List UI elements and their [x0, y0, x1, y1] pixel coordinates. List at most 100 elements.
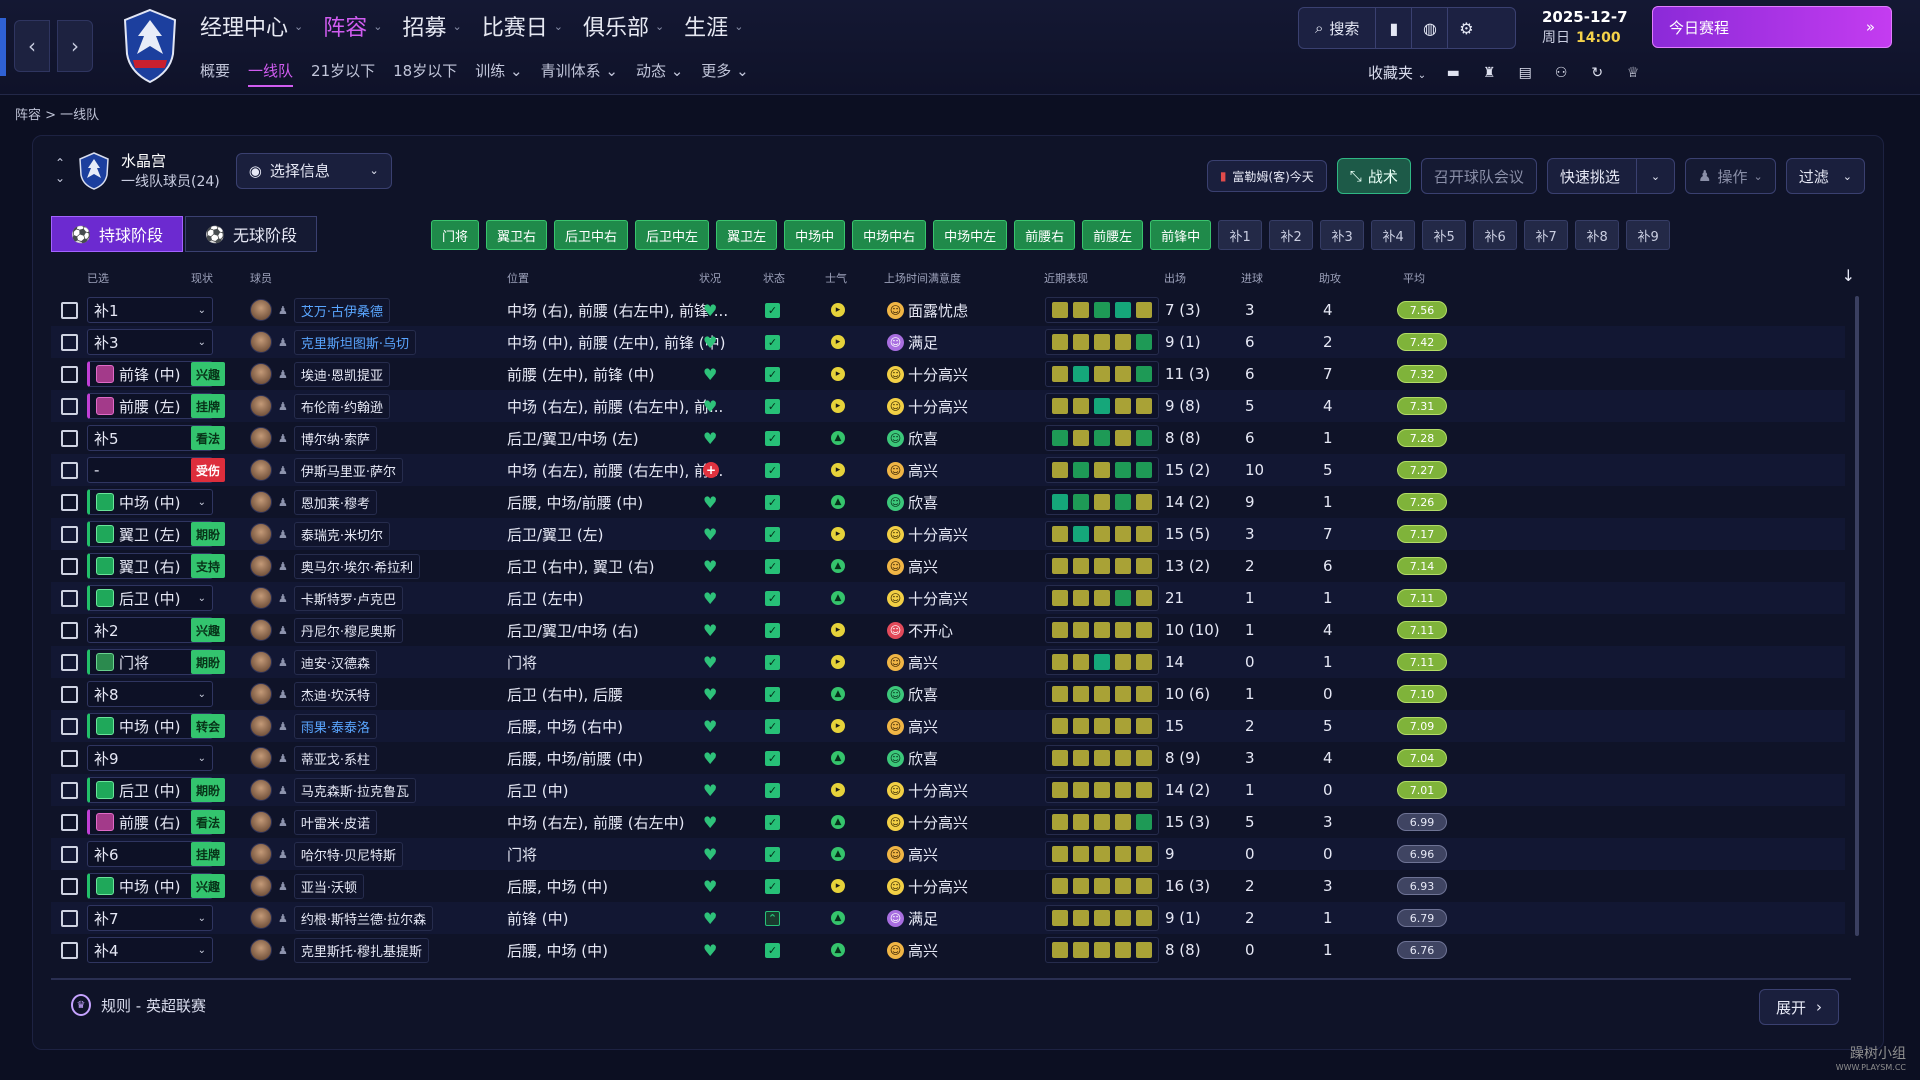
check-icon[interactable]: ✓ [765, 398, 780, 414]
form-strip[interactable] [1045, 841, 1159, 867]
rules-row[interactable]: ♛ 规则 - 英超联赛 [71, 994, 206, 1016]
table-row[interactable]: 中场 (中)⌄转会♟雨果·泰泰洛后腰, 中场 (右中)♥✓▸☺高兴15257.0… [51, 710, 1845, 742]
player-name-link[interactable]: 叶雷米·皮诺 [293, 809, 378, 835]
select-checkbox[interactable] [61, 717, 78, 735]
forward-button[interactable]: › [57, 20, 93, 72]
heart-icon[interactable]: ♥ [703, 909, 717, 928]
player-name-link[interactable]: 艾万·古伊桑德 [293, 297, 391, 323]
sub-chip[interactable]: 补1 [1218, 220, 1263, 250]
morale-icon[interactable]: ▲ [831, 495, 845, 509]
status-badge[interactable]: 期盼 [191, 778, 226, 802]
morale-icon[interactable]: ▲ [831, 943, 845, 957]
main-nav-item[interactable]: 比赛日 ⌄ [482, 10, 563, 42]
check-icon[interactable]: ✓ [765, 302, 780, 318]
morale-icon[interactable]: ▸ [831, 303, 845, 317]
check-icon[interactable]: ✓ [765, 718, 780, 734]
tab-out-of-possession[interactable]: ⚽ 无球阶段 [185, 216, 317, 252]
next-match-button[interactable]: ▮ 富勒姆(客)今天 [1206, 160, 1327, 192]
morale-icon[interactable]: ▸ [831, 783, 845, 797]
position-chip[interactable]: 门将 [431, 220, 480, 250]
select-checkbox[interactable] [61, 909, 78, 927]
player-name-link[interactable]: 马克森斯·拉克鲁瓦 [293, 777, 417, 803]
table-row[interactable]: 后卫 (中) ⌄ ♟ 卡斯特罗·卢克巴 后卫 (左中) ♥ ✓ ▲ ☺ 十分高兴 21 1 1 7.11 [51, 582, 1845, 614]
table-row[interactable]: 前锋 (中)⌄兴趣♟埃迪·恩凯提亚前腰 (左中), 前锋 (中)♥✓▸☺十分高兴… [51, 358, 1845, 390]
select-checkbox[interactable] [61, 365, 78, 383]
morale-icon[interactable]: ▲ [831, 751, 845, 765]
sub-nav-item[interactable]: 一线队 [248, 60, 294, 87]
team-meeting-button[interactable]: 召开球队会议 [1420, 158, 1537, 194]
morale-icon[interactable]: ▲ [831, 591, 845, 605]
select-checkbox[interactable] [61, 557, 78, 575]
check-icon[interactable]: ✓ [765, 430, 780, 446]
continue-button[interactable]: 今日赛程 » [1652, 6, 1892, 48]
morale-icon[interactable]: ▸ [831, 335, 845, 349]
morale-icon[interactable]: ▸ [831, 527, 845, 541]
position-chip[interactable]: 后卫中右 [554, 220, 629, 250]
check-icon[interactable]: ✓ [765, 622, 780, 638]
table-row[interactable]: 补6⌄挂牌♟哈尔特·贝尼特斯门将♥✓▲☺高兴9006.96 [51, 838, 1845, 870]
player-name-link[interactable]: 迪安·汉德森 [293, 649, 378, 675]
rest-icon[interactable]: ⌃ [765, 910, 780, 926]
heart-icon[interactable]: ♥ [703, 749, 717, 768]
heart-icon[interactable]: ♥ [703, 717, 717, 736]
clipboard-icon[interactable]: ▤ [1516, 64, 1534, 82]
select-checkbox[interactable] [61, 525, 78, 543]
expand-button[interactable]: 展开 › [1759, 989, 1839, 1025]
player-name-link[interactable]: 丹尼尔·穆尼奥斯 [293, 617, 404, 643]
sub-chip[interactable]: 补8 [1575, 220, 1620, 250]
status-badge[interactable]: 兴趣 [191, 874, 226, 898]
shirt-icon[interactable]: ♜ [1480, 64, 1498, 82]
check-icon[interactable]: ✓ [765, 878, 780, 894]
heart-icon[interactable]: ♥ [703, 781, 717, 800]
select-checkbox[interactable] [61, 621, 78, 639]
table-row[interactable]: 前腰 (右)⌄看法♟叶雷米·皮诺中场 (右左), 前腰 (右左中)♥✓▲☺十分高… [51, 806, 1845, 838]
check-icon[interactable]: ✓ [765, 526, 780, 542]
status-badge[interactable]: 转会 [191, 714, 226, 738]
table-row[interactable]: 补3 ⌄ ♟ 克里斯坦图斯·乌切 中场 (中), 前腰 (左中), 前锋 (中) ♥ ✓ ▸ ☺… [51, 326, 1845, 358]
select-checkbox[interactable] [61, 941, 78, 959]
table-row[interactable]: 补1 ⌄ ♟ 艾万·古伊桑德 中场 (右), 前腰 (右左中), 前锋 ... ♥ ✓ ▸ ☺ 面… [51, 294, 1845, 326]
select-checkbox[interactable] [61, 653, 78, 671]
check-icon[interactable]: ✓ [765, 814, 780, 830]
heart-icon[interactable]: ♥ [703, 493, 717, 512]
player-name-link[interactable]: 杰迪·坎沃特 [293, 681, 378, 707]
form-strip[interactable] [1045, 585, 1159, 611]
col-position[interactable]: 位置 [507, 270, 529, 286]
player-name-link[interactable]: 伊斯马里亚·萨尔 [293, 457, 404, 483]
position-chip[interactable]: 翼卫右 [486, 220, 548, 250]
check-icon[interactable]: ✓ [765, 558, 780, 574]
table-row[interactable]: 补5⌄看法♟博尔纳·索萨后卫/翼卫/中场 (左)♥✓▲☺欣喜8 (8)617.2… [51, 422, 1845, 454]
form-strip[interactable] [1045, 425, 1159, 451]
morale-icon[interactable]: ▸ [831, 655, 845, 669]
form-strip[interactable] [1045, 329, 1159, 355]
heart-icon[interactable]: ♥ [703, 877, 717, 896]
player-name-link[interactable]: 卡斯特罗·卢克巴 [293, 585, 404, 611]
chat-icon[interactable]: ▬ [1444, 64, 1462, 82]
form-strip[interactable] [1045, 649, 1159, 675]
sub-nav-item[interactable]: 21岁以下 [311, 60, 375, 87]
table-row[interactable]: 补9 ⌄ ♟ 蒂亚戈·系柱 后腰, 中场/前腰 (中) ♥ ✓ ▲ ☺ 欣喜 8 (9) 3 4 7.04 [51, 742, 1845, 774]
heart-icon[interactable]: ♥ [703, 525, 717, 544]
col-morale[interactable]: 士气 [825, 270, 847, 286]
main-nav-item[interactable]: 生涯 ⌄ [684, 10, 743, 42]
status-badge[interactable]: 期盼 [191, 650, 226, 674]
morale-icon[interactable]: ▲ [831, 559, 845, 573]
sort-arrow-icon[interactable]: ↓ [1842, 266, 1855, 285]
player-name-link[interactable]: 埃迪·恩凯提亚 [293, 361, 391, 387]
player-name-link[interactable]: 克里斯坦图斯·乌切 [293, 329, 417, 355]
morale-icon[interactable]: ▲ [831, 431, 845, 445]
table-row[interactable]: 补8 ⌄ ♟ 杰迪·坎沃特 后卫 (右中), 后腰 ♥ ✓ ▲ ☺ 欣喜 10 (6) 1 0 7.10 [51, 678, 1845, 710]
status-badge[interactable]: 挂牌 [191, 842, 226, 866]
position-chip[interactable]: 前腰右 [1014, 220, 1076, 250]
col-apps[interactable]: 出场 [1164, 270, 1186, 286]
form-strip[interactable] [1045, 521, 1159, 547]
table-row[interactable]: 中场 (中) ⌄ ♟ 恩加莱·穆考 后腰, 中场/前腰 (中) ♥ ✓ ▲ ☺ 欣喜 14 (2) 9… [51, 486, 1845, 518]
select-checkbox[interactable] [61, 781, 78, 799]
table-row[interactable]: 后卫 (中)⌄期盼♟马克森斯·拉克鲁瓦后卫 (中)♥✓▸☺十分高兴14 (2)1… [51, 774, 1845, 806]
select-checkbox[interactable] [61, 397, 78, 415]
player-name-link[interactable]: 约根·斯特兰德·拉尔森 [293, 905, 434, 931]
injury-icon[interactable]: + [703, 462, 719, 478]
morale-icon[interactable]: ▸ [831, 463, 845, 477]
trophy-icon[interactable]: ♕ [1624, 64, 1642, 82]
position-chip[interactable]: 中场中 [784, 220, 846, 250]
